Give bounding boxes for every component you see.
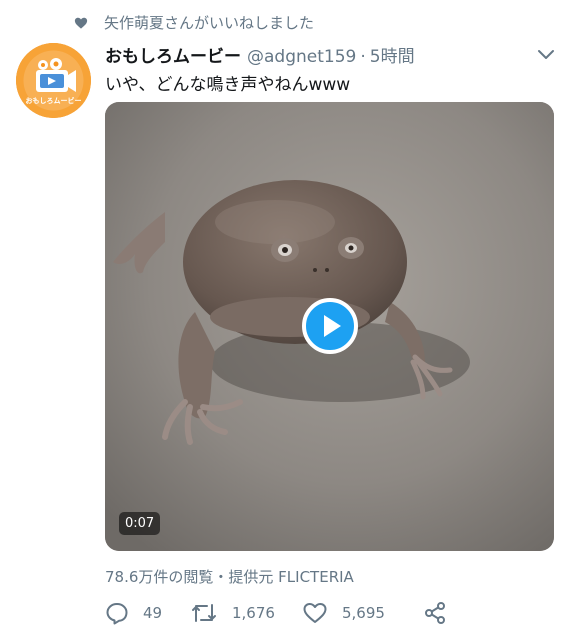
tweet-time[interactable]: 5時間 [370, 42, 415, 67]
avatar-logo-image: おもしろムービー [16, 43, 91, 118]
like-icon [303, 603, 327, 623]
share-button[interactable] [423, 601, 447, 625]
like-count: 5,695 [342, 604, 385, 622]
retweet-icon [192, 604, 216, 622]
reply-icon [106, 603, 128, 625]
avatar[interactable]: おもしろムービー [16, 43, 91, 118]
reply-button[interactable]: 49 [105, 601, 190, 625]
tweet[interactable]: 矢作萌夏さんがいいねしました おもしろムービー おもしろムービー @adgnet… [0, 0, 571, 640]
retweet-button[interactable]: 1,676 [190, 601, 302, 625]
user-handle[interactable]: @adgnet159 [247, 47, 356, 67]
like-button[interactable]: 5,695 [302, 601, 423, 625]
video-player[interactable]: 0:07 [105, 102, 554, 551]
heart-icon [74, 17, 88, 29]
social-context-text[interactable]: 矢作萌夏さんがいいねしました [104, 12, 314, 33]
display-name[interactable]: おもしろムービー [105, 42, 241, 67]
retweet-count: 1,676 [232, 604, 275, 622]
play-button[interactable] [302, 298, 358, 354]
reply-count: 49 [143, 604, 163, 622]
social-context: 矢作萌夏さんがいいねしました [74, 12, 314, 33]
tweet-actions: 49 1,676 5,695 [105, 600, 447, 626]
tweet-header: おもしろムービー @adgnet159 · 5時間 [105, 42, 415, 67]
chevron-down-icon[interactable] [537, 49, 555, 61]
tweet-text: いや、どんな鳴き声やねんwww [105, 75, 351, 95]
video-duration: 0:07 [119, 512, 161, 535]
play-icon [324, 315, 341, 337]
avatar-label: おもしろムービー [26, 96, 82, 105]
separator-dot: · [360, 47, 366, 67]
share-icon [425, 602, 445, 624]
view-stats[interactable]: 78.6万件の閲覧・提供元 FLICTERIA [105, 566, 354, 587]
